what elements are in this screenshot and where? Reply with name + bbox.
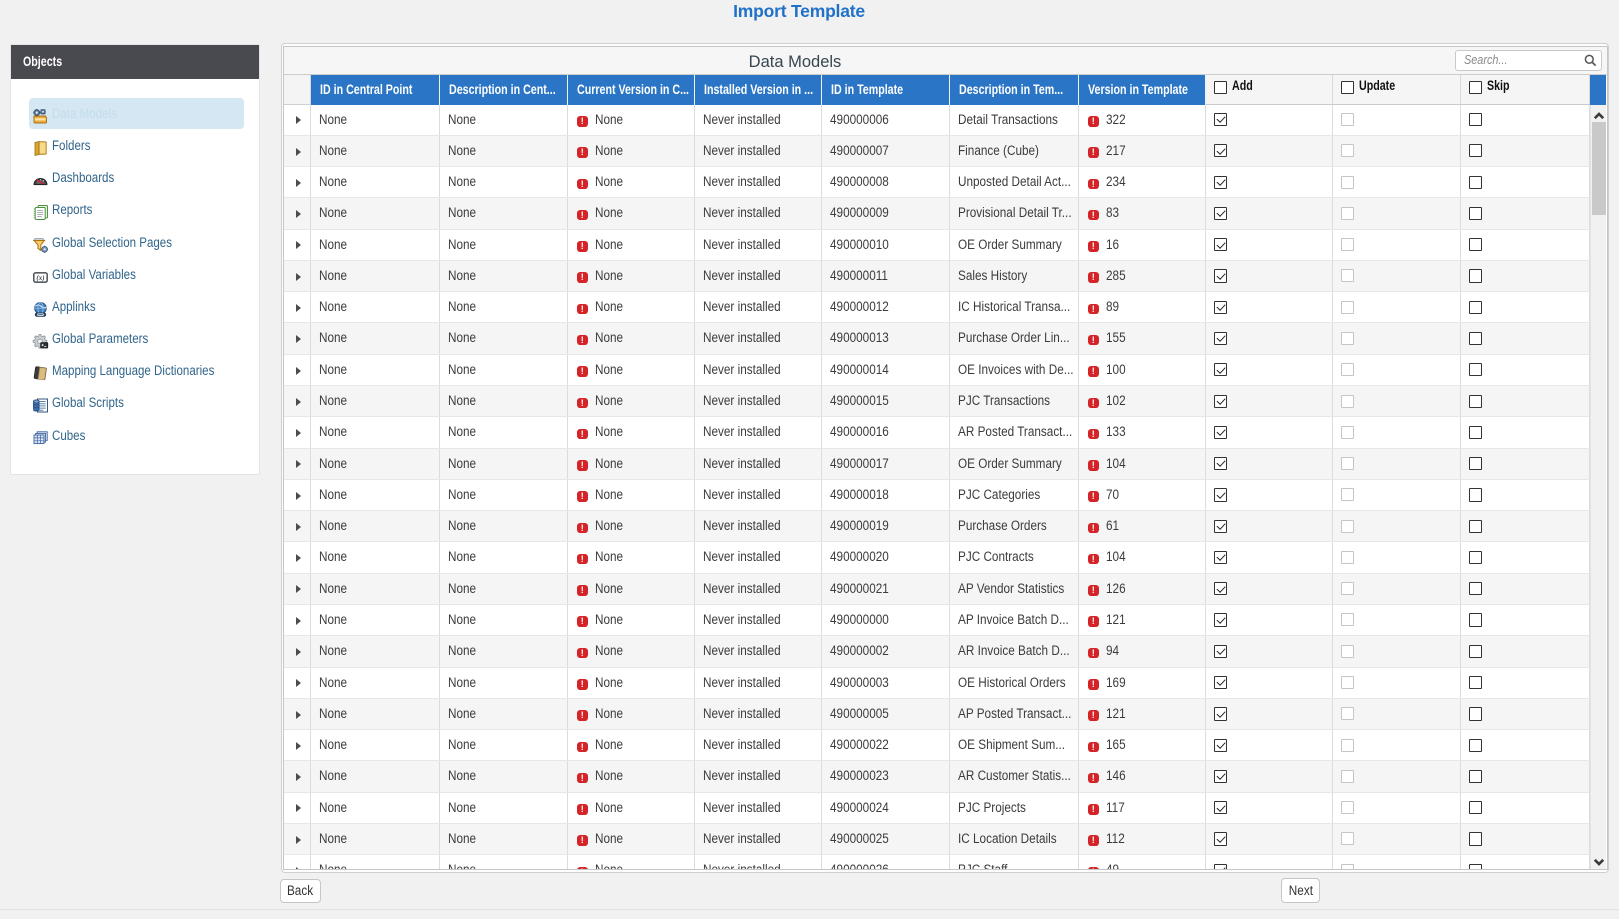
svg-text:(x): (x) bbox=[36, 274, 44, 282]
